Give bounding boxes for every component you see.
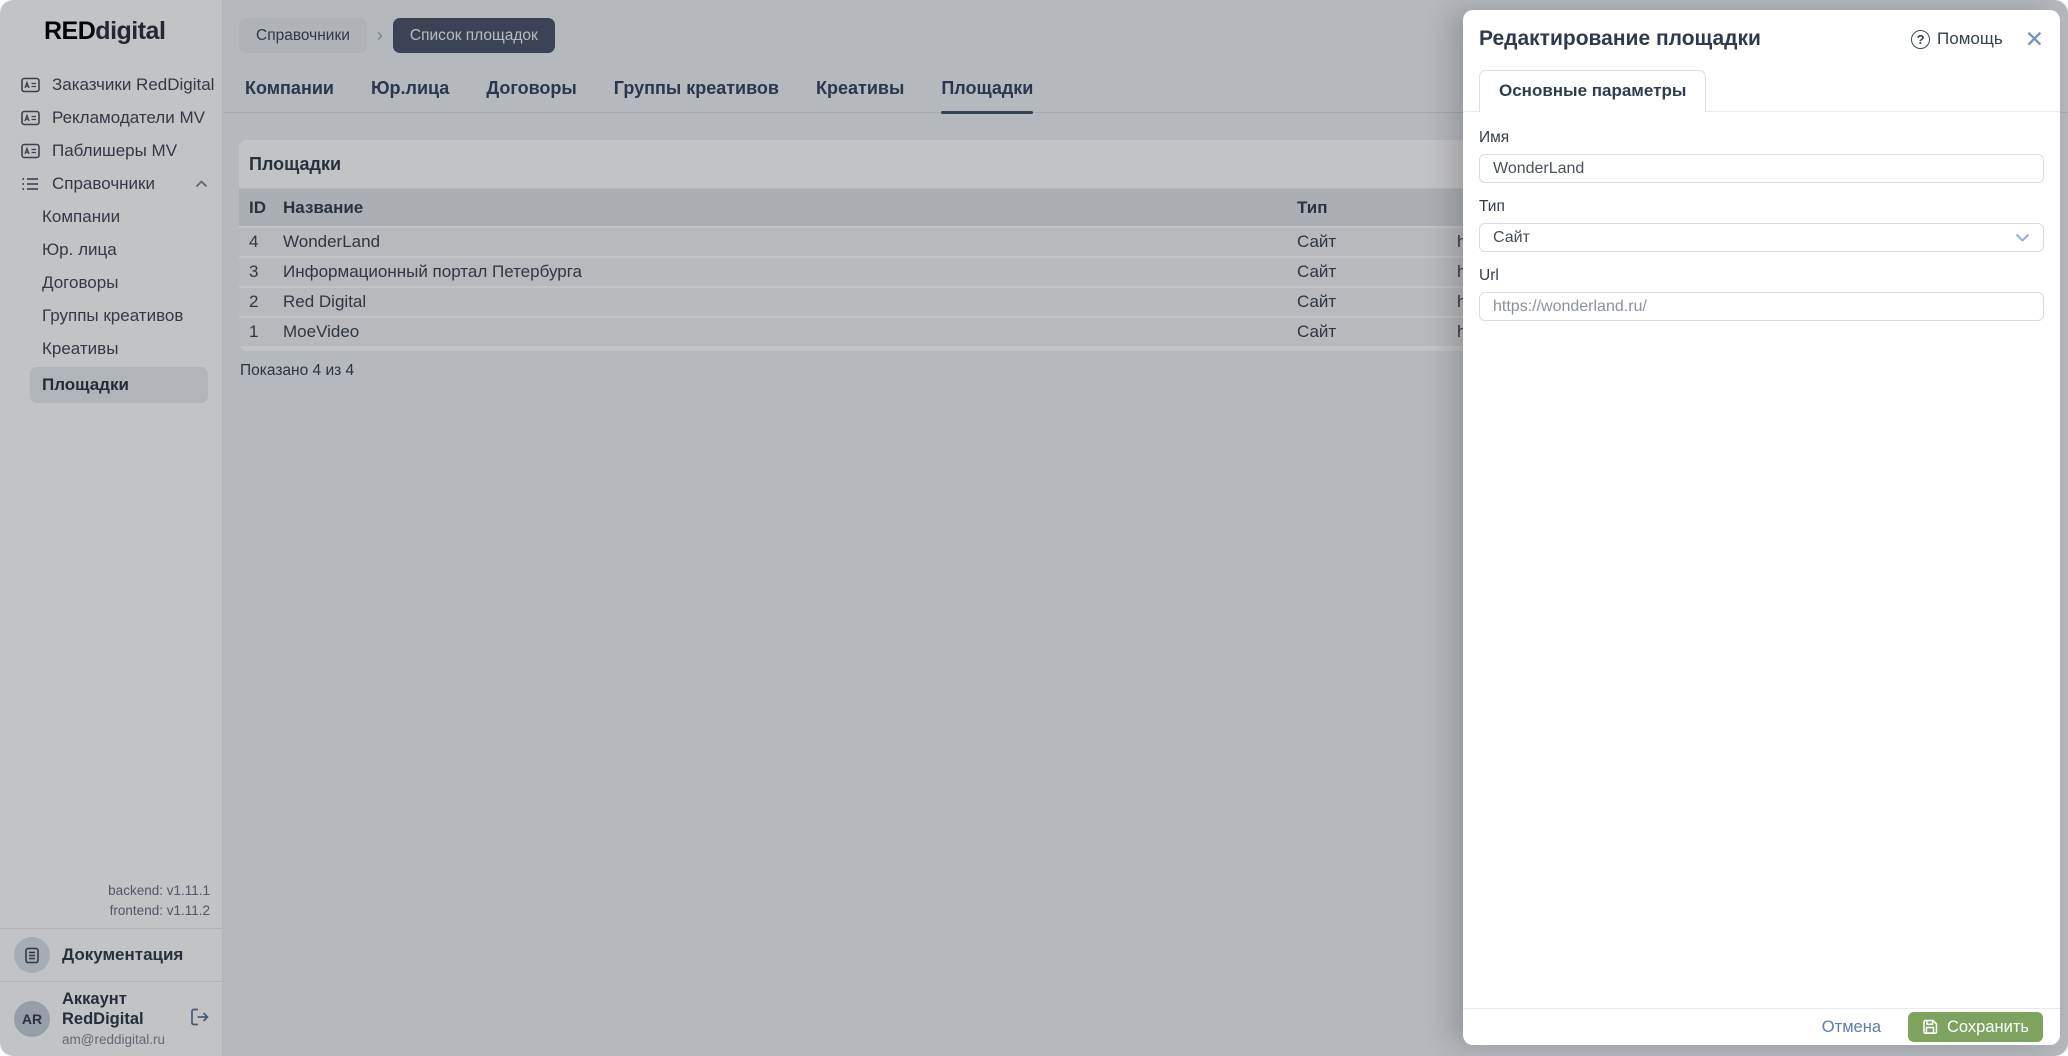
drawer-form: Имя Тип Сайт Url: [1463, 112, 2060, 321]
drawer-title: Редактирование площадки: [1479, 27, 1761, 50]
edit-platform-drawer: Редактирование площадки ? Помощь ✕ Основ…: [1463, 10, 2060, 1045]
type-select-value: Сайт: [1493, 228, 1530, 246]
chevron-down-icon: [2015, 233, 2030, 242]
type-select[interactable]: Сайт: [1479, 223, 2044, 252]
app-window: REDdigital Заказчики RedDigital Рекламод…: [0, 0, 2068, 1056]
question-circle-icon: ?: [1911, 29, 1931, 49]
name-field[interactable]: [1479, 154, 2044, 183]
type-label: Тип: [1479, 198, 1505, 215]
url-field-group: Url: [1479, 267, 2044, 321]
url-field[interactable]: [1479, 292, 2044, 321]
drawer-header-actions: ? Помощь ✕: [1911, 27, 2044, 51]
drawer-tab-bar: Основные параметры: [1463, 64, 2060, 112]
close-icon[interactable]: ✕: [2025, 27, 2044, 51]
tab-main-parameters[interactable]: Основные параметры: [1479, 70, 1707, 112]
help-button[interactable]: ? Помощь: [1911, 29, 2003, 49]
help-label: Помощь: [1937, 29, 2003, 48]
save-icon: [1923, 1019, 1938, 1035]
save-button[interactable]: Сохранить: [1908, 1012, 2043, 1042]
url-label: Url: [1479, 267, 1499, 284]
name-label: Имя: [1479, 129, 1510, 146]
name-field-group: Имя: [1479, 129, 2044, 183]
drawer-header: Редактирование площадки ? Помощь ✕: [1463, 10, 2060, 64]
drawer-footer: Отмена Сохранить: [1463, 1008, 2060, 1045]
type-field-group: Тип Сайт: [1479, 198, 2044, 252]
save-button-label: Сохранить: [1947, 1017, 2029, 1036]
cancel-button[interactable]: Отмена: [1822, 1018, 1881, 1037]
